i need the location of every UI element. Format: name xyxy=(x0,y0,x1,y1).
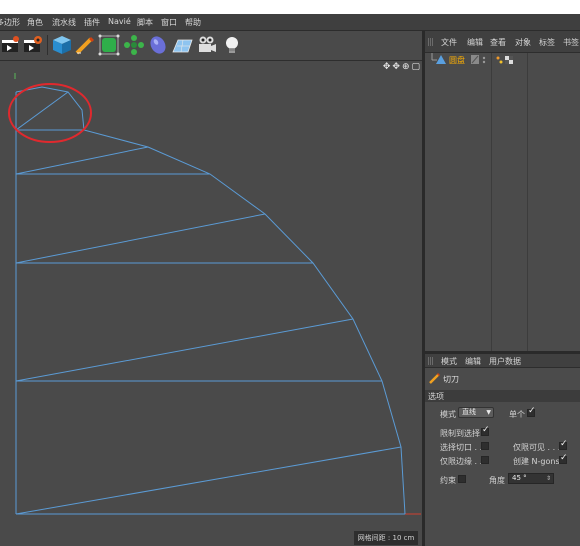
menu-item-plugins[interactable]: 插件 xyxy=(84,17,100,28)
single-label: 单个 xyxy=(509,410,525,419)
panel-grip-icon[interactable] xyxy=(428,38,434,46)
attribute-manager: 模式 编辑 用户数据 切刀 选项 模式 直线 ▼ 单个 限制到选择 选择切口 .… xyxy=(425,354,580,546)
object-name[interactable]: 圆盘 xyxy=(449,55,465,66)
light-icon[interactable] xyxy=(221,34,243,56)
mesh-wireframe xyxy=(8,73,421,515)
select-cuts-label: 选择切口 . . xyxy=(440,443,483,452)
angle-input[interactable]: 45 ° ⇕ xyxy=(508,473,554,484)
tree-branch-icon xyxy=(431,53,446,64)
menu-item-polygon[interactable]: 多边形 xyxy=(0,17,20,28)
outer-arc-edge xyxy=(15,86,406,515)
menu-item-navie[interactable]: Navié xyxy=(108,17,131,26)
om-menu-edit[interactable]: 编辑 xyxy=(467,37,483,48)
main-toolbar xyxy=(0,31,423,61)
constrain-checkbox[interactable] xyxy=(458,475,466,483)
visible-only-label: 仅限可见 . . . xyxy=(513,443,561,452)
menu-item-pipeline[interactable]: 流水线 xyxy=(52,17,76,28)
diagonal-edge xyxy=(15,213,266,264)
column-separator xyxy=(491,53,492,351)
section-tab-options[interactable]: 选项 xyxy=(425,390,580,402)
constrain-label: 约束 xyxy=(440,476,456,485)
object-manager: 文件 编辑 查看 对象 标签 书签 圆盘 xyxy=(425,31,580,351)
object-row-disc[interactable]: 圆盘 xyxy=(425,53,580,67)
om-menu-tags[interactable]: 标签 xyxy=(539,37,555,48)
menu-item-help[interactable]: 帮助 xyxy=(185,17,201,28)
object-manager-menu: 文件 编辑 查看 对象 标签 书签 xyxy=(425,31,580,53)
mesh-edges xyxy=(15,86,406,515)
om-menu-objects[interactable]: 对象 xyxy=(515,37,531,48)
menu-item-script[interactable]: 脚本 xyxy=(137,17,153,28)
angle-label: 角度 xyxy=(489,476,505,485)
restrict-selection-checkbox[interactable] xyxy=(481,425,490,436)
restrict-selection-label: 限制到选择 xyxy=(440,429,480,438)
subdivision-icon[interactable] xyxy=(98,34,120,56)
render-view-icon[interactable] xyxy=(0,34,22,56)
diagonal-edge xyxy=(15,318,354,382)
diagonal-edge xyxy=(15,446,402,515)
select-cuts-checkbox[interactable] xyxy=(481,442,489,450)
world-axis xyxy=(14,73,421,515)
section-label: 选项 xyxy=(428,392,444,401)
toolbar-separator xyxy=(47,35,48,55)
tool-title: 切刀 xyxy=(443,375,459,384)
main-menu-bar: 多边形 角色 流水线 插件 Navié 脚本 窗口 帮助 xyxy=(0,14,580,31)
pen-icon[interactable] xyxy=(74,34,96,56)
deformer-icon[interactable] xyxy=(147,34,169,56)
menu-item-window[interactable]: 窗口 xyxy=(161,17,177,28)
dropdown-arrow-icon: ▼ xyxy=(486,409,491,416)
mode-label: 模式 xyxy=(440,410,456,419)
diagonal-edge xyxy=(15,146,149,175)
mode-dropdown[interactable]: 直线 ▼ xyxy=(458,407,494,418)
panel-grip-icon[interactable] xyxy=(428,357,434,365)
grid-spacing-status: 网格间距 : 10 cm xyxy=(354,531,418,545)
single-checkbox[interactable] xyxy=(527,406,536,417)
om-menu-bookmarks[interactable]: 书签 xyxy=(563,37,579,48)
edges-only-checkbox[interactable] xyxy=(481,456,489,464)
am-menu-user-data[interactable]: 用户数据 xyxy=(489,356,521,367)
am-menu-edit[interactable]: 编辑 xyxy=(465,356,481,367)
attribute-manager-menu: 模式 编辑 用户数据 xyxy=(425,354,580,368)
mode-dropdown-value: 直线 xyxy=(462,408,476,416)
highlight-circle xyxy=(8,83,92,143)
menu-item-character[interactable]: 角色 xyxy=(27,17,43,28)
visibility-toggle-icon[interactable] xyxy=(471,55,491,65)
array-icon[interactable] xyxy=(123,34,145,56)
om-menu-file[interactable]: 文件 xyxy=(441,37,457,48)
visible-only-checkbox[interactable] xyxy=(559,439,568,450)
tag-icons[interactable] xyxy=(495,55,517,65)
3d-viewport[interactable]: ✥ ✥ ⊕ ▢ 网格间距: 10 cm xyxy=(0,61,422,546)
knife-tool-icon xyxy=(429,373,440,384)
create-ngons-label: 创建 N-gons xyxy=(513,457,560,466)
am-menu-mode[interactable]: 模式 xyxy=(441,356,457,367)
column-separator xyxy=(527,53,528,351)
camera-icon[interactable] xyxy=(196,34,218,56)
edges-only-label: 仅限边缘 . . xyxy=(440,457,483,466)
spinner-icon[interactable]: ⇕ xyxy=(546,474,551,483)
create-ngons-checkbox[interactable] xyxy=(559,453,568,464)
floor-icon[interactable] xyxy=(171,34,193,56)
diagonal-edge xyxy=(15,91,69,131)
window-top-strip xyxy=(0,0,580,14)
render-settings-icon[interactable] xyxy=(22,34,44,56)
om-menu-view[interactable]: 查看 xyxy=(490,37,506,48)
cube-icon[interactable] xyxy=(51,34,73,56)
angle-value: 45 ° xyxy=(512,474,527,482)
